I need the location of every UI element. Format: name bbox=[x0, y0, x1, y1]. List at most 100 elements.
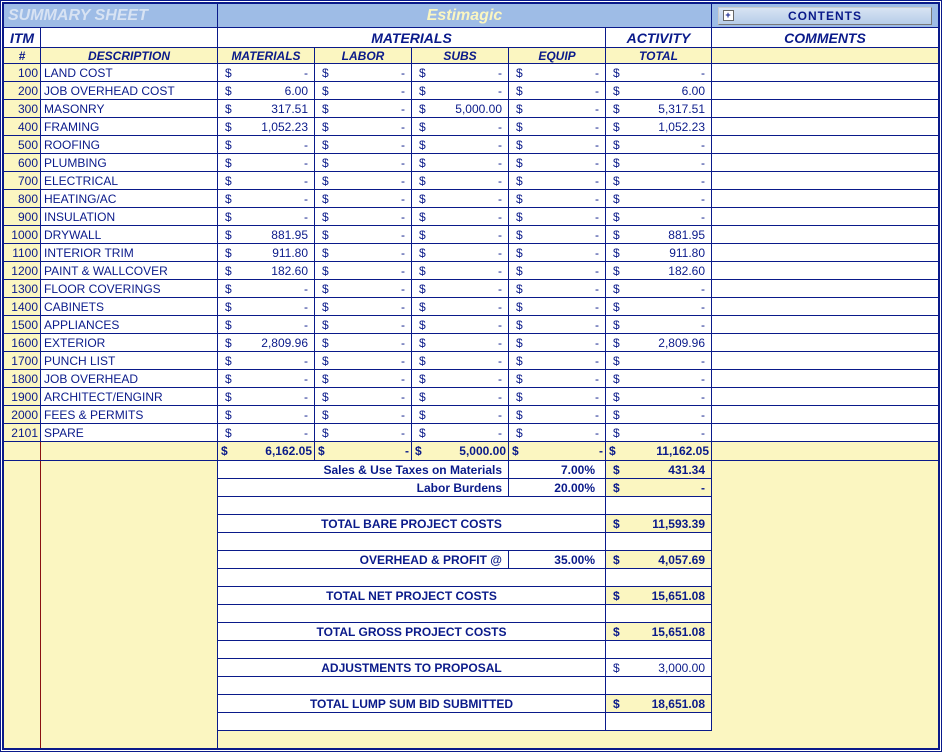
comments-cell[interactable] bbox=[712, 280, 939, 298]
equip-cell[interactable]: $- bbox=[509, 334, 606, 352]
table-row[interactable]: 1200PAINT & WALLCOVER$182.60$-$-$-$182.6… bbox=[4, 262, 939, 280]
subs-cell[interactable]: $- bbox=[412, 244, 509, 262]
total-cell[interactable]: $6.00 bbox=[606, 82, 712, 100]
total-cell[interactable]: $182.60 bbox=[606, 262, 712, 280]
subs-cell[interactable]: $- bbox=[412, 190, 509, 208]
total-cell[interactable]: $5,317.51 bbox=[606, 100, 712, 118]
materials-cell[interactable]: $317.51 bbox=[218, 100, 315, 118]
comments-cell[interactable] bbox=[712, 100, 939, 118]
equip-cell[interactable]: $- bbox=[509, 64, 606, 82]
total-cell[interactable]: $- bbox=[606, 190, 712, 208]
description-cell[interactable]: PLUMBING bbox=[41, 154, 218, 172]
table-row[interactable]: 500ROOFING$-$-$-$-$- bbox=[4, 136, 939, 154]
materials-cell[interactable]: $- bbox=[218, 280, 315, 298]
materials-cell[interactable]: $1,052.23 bbox=[218, 118, 315, 136]
table-row[interactable]: 2000FEES & PERMITS$-$-$-$-$- bbox=[4, 406, 939, 424]
labor-cell[interactable]: $- bbox=[315, 334, 412, 352]
equip-cell[interactable]: $- bbox=[509, 208, 606, 226]
equip-cell[interactable]: $- bbox=[509, 244, 606, 262]
table-row[interactable]: 1000DRYWALL$881.95$-$-$-$881.95 bbox=[4, 226, 939, 244]
equip-cell[interactable]: $- bbox=[509, 352, 606, 370]
table-row[interactable]: 900INSULATION$-$-$-$-$- bbox=[4, 208, 939, 226]
itm-cell[interactable]: 1200 bbox=[4, 262, 41, 280]
description-cell[interactable]: MASONRY bbox=[41, 100, 218, 118]
materials-cell[interactable]: $- bbox=[218, 136, 315, 154]
equip-cell[interactable]: $- bbox=[509, 262, 606, 280]
comments-cell[interactable] bbox=[712, 406, 939, 424]
comments-cell[interactable] bbox=[712, 424, 939, 442]
description-cell[interactable]: INTERIOR TRIM bbox=[41, 244, 218, 262]
comments-cell[interactable] bbox=[712, 316, 939, 334]
equip-cell[interactable]: $- bbox=[509, 82, 606, 100]
labor-cell[interactable]: $- bbox=[315, 298, 412, 316]
labor-cell[interactable]: $- bbox=[315, 190, 412, 208]
labor-cell[interactable]: $- bbox=[315, 424, 412, 442]
materials-cell[interactable]: $- bbox=[218, 406, 315, 424]
comments-cell[interactable] bbox=[712, 136, 939, 154]
total-cell[interactable]: $- bbox=[606, 316, 712, 334]
materials-cell[interactable]: $- bbox=[218, 172, 315, 190]
materials-cell[interactable]: $6.00 bbox=[218, 82, 315, 100]
labor-cell[interactable]: $- bbox=[315, 316, 412, 334]
equip-cell[interactable]: $- bbox=[509, 154, 606, 172]
equip-cell[interactable]: $- bbox=[509, 190, 606, 208]
itm-cell[interactable]: 400 bbox=[4, 118, 41, 136]
itm-cell[interactable]: 700 bbox=[4, 172, 41, 190]
table-row[interactable]: 1800JOB OVERHEAD$-$-$-$-$- bbox=[4, 370, 939, 388]
materials-cell[interactable]: $911.80 bbox=[218, 244, 315, 262]
table-row[interactable]: 1600EXTERIOR$2,809.96$-$-$-$2,809.96 bbox=[4, 334, 939, 352]
materials-cell[interactable]: $182.60 bbox=[218, 262, 315, 280]
total-cell[interactable]: $1,052.23 bbox=[606, 118, 712, 136]
itm-cell[interactable]: 1400 bbox=[4, 298, 41, 316]
itm-cell[interactable]: 1600 bbox=[4, 334, 41, 352]
materials-cell[interactable]: $881.95 bbox=[218, 226, 315, 244]
comments-cell[interactable] bbox=[712, 388, 939, 406]
description-cell[interactable]: DRYWALL bbox=[41, 226, 218, 244]
comments-cell[interactable] bbox=[712, 244, 939, 262]
comments-cell[interactable] bbox=[712, 370, 939, 388]
total-cell[interactable]: $- bbox=[606, 388, 712, 406]
labor-cell[interactable]: $- bbox=[315, 352, 412, 370]
description-cell[interactable]: FRAMING bbox=[41, 118, 218, 136]
materials-cell[interactable]: $- bbox=[218, 190, 315, 208]
materials-cell[interactable]: $2,809.96 bbox=[218, 334, 315, 352]
total-cell[interactable]: $881.95 bbox=[606, 226, 712, 244]
subs-cell[interactable]: $- bbox=[412, 226, 509, 244]
total-cell[interactable]: $- bbox=[606, 172, 712, 190]
comments-cell[interactable] bbox=[712, 82, 939, 100]
materials-cell[interactable]: $- bbox=[218, 316, 315, 334]
itm-cell[interactable]: 1800 bbox=[4, 370, 41, 388]
itm-cell[interactable]: 2000 bbox=[4, 406, 41, 424]
subs-cell[interactable]: $- bbox=[412, 154, 509, 172]
table-row[interactable]: 1900ARCHITECT/ENGINR$-$-$-$-$- bbox=[4, 388, 939, 406]
comments-cell[interactable] bbox=[712, 352, 939, 370]
labor-cell[interactable]: $- bbox=[315, 100, 412, 118]
itm-cell[interactable]: 200 bbox=[4, 82, 41, 100]
subs-cell[interactable]: $- bbox=[412, 280, 509, 298]
comments-cell[interactable] bbox=[712, 334, 939, 352]
equip-cell[interactable]: $- bbox=[509, 226, 606, 244]
itm-cell[interactable]: 1000 bbox=[4, 226, 41, 244]
comments-cell[interactable] bbox=[712, 298, 939, 316]
description-cell[interactable]: JOB OVERHEAD COST bbox=[41, 82, 218, 100]
labor-cell[interactable]: $- bbox=[315, 280, 412, 298]
subs-cell[interactable]: $- bbox=[412, 388, 509, 406]
itm-cell[interactable]: 1100 bbox=[4, 244, 41, 262]
subs-cell[interactable]: $- bbox=[412, 136, 509, 154]
comments-cell[interactable] bbox=[712, 226, 939, 244]
equip-cell[interactable]: $- bbox=[509, 298, 606, 316]
description-cell[interactable]: INSULATION bbox=[41, 208, 218, 226]
description-cell[interactable]: SPARE bbox=[41, 424, 218, 442]
subs-cell[interactable]: $- bbox=[412, 424, 509, 442]
total-cell[interactable]: $- bbox=[606, 406, 712, 424]
equip-cell[interactable]: $- bbox=[509, 136, 606, 154]
comments-cell[interactable] bbox=[712, 154, 939, 172]
materials-cell[interactable]: $- bbox=[218, 64, 315, 82]
description-cell[interactable]: LAND COST bbox=[41, 64, 218, 82]
materials-cell[interactable]: $- bbox=[218, 424, 315, 442]
table-row[interactable]: 400FRAMING$1,052.23$-$-$-$1,052.23 bbox=[4, 118, 939, 136]
total-cell[interactable]: $- bbox=[606, 352, 712, 370]
labor-cell[interactable]: $- bbox=[315, 64, 412, 82]
labor-cell[interactable]: $- bbox=[315, 154, 412, 172]
subs-cell[interactable]: $- bbox=[412, 298, 509, 316]
